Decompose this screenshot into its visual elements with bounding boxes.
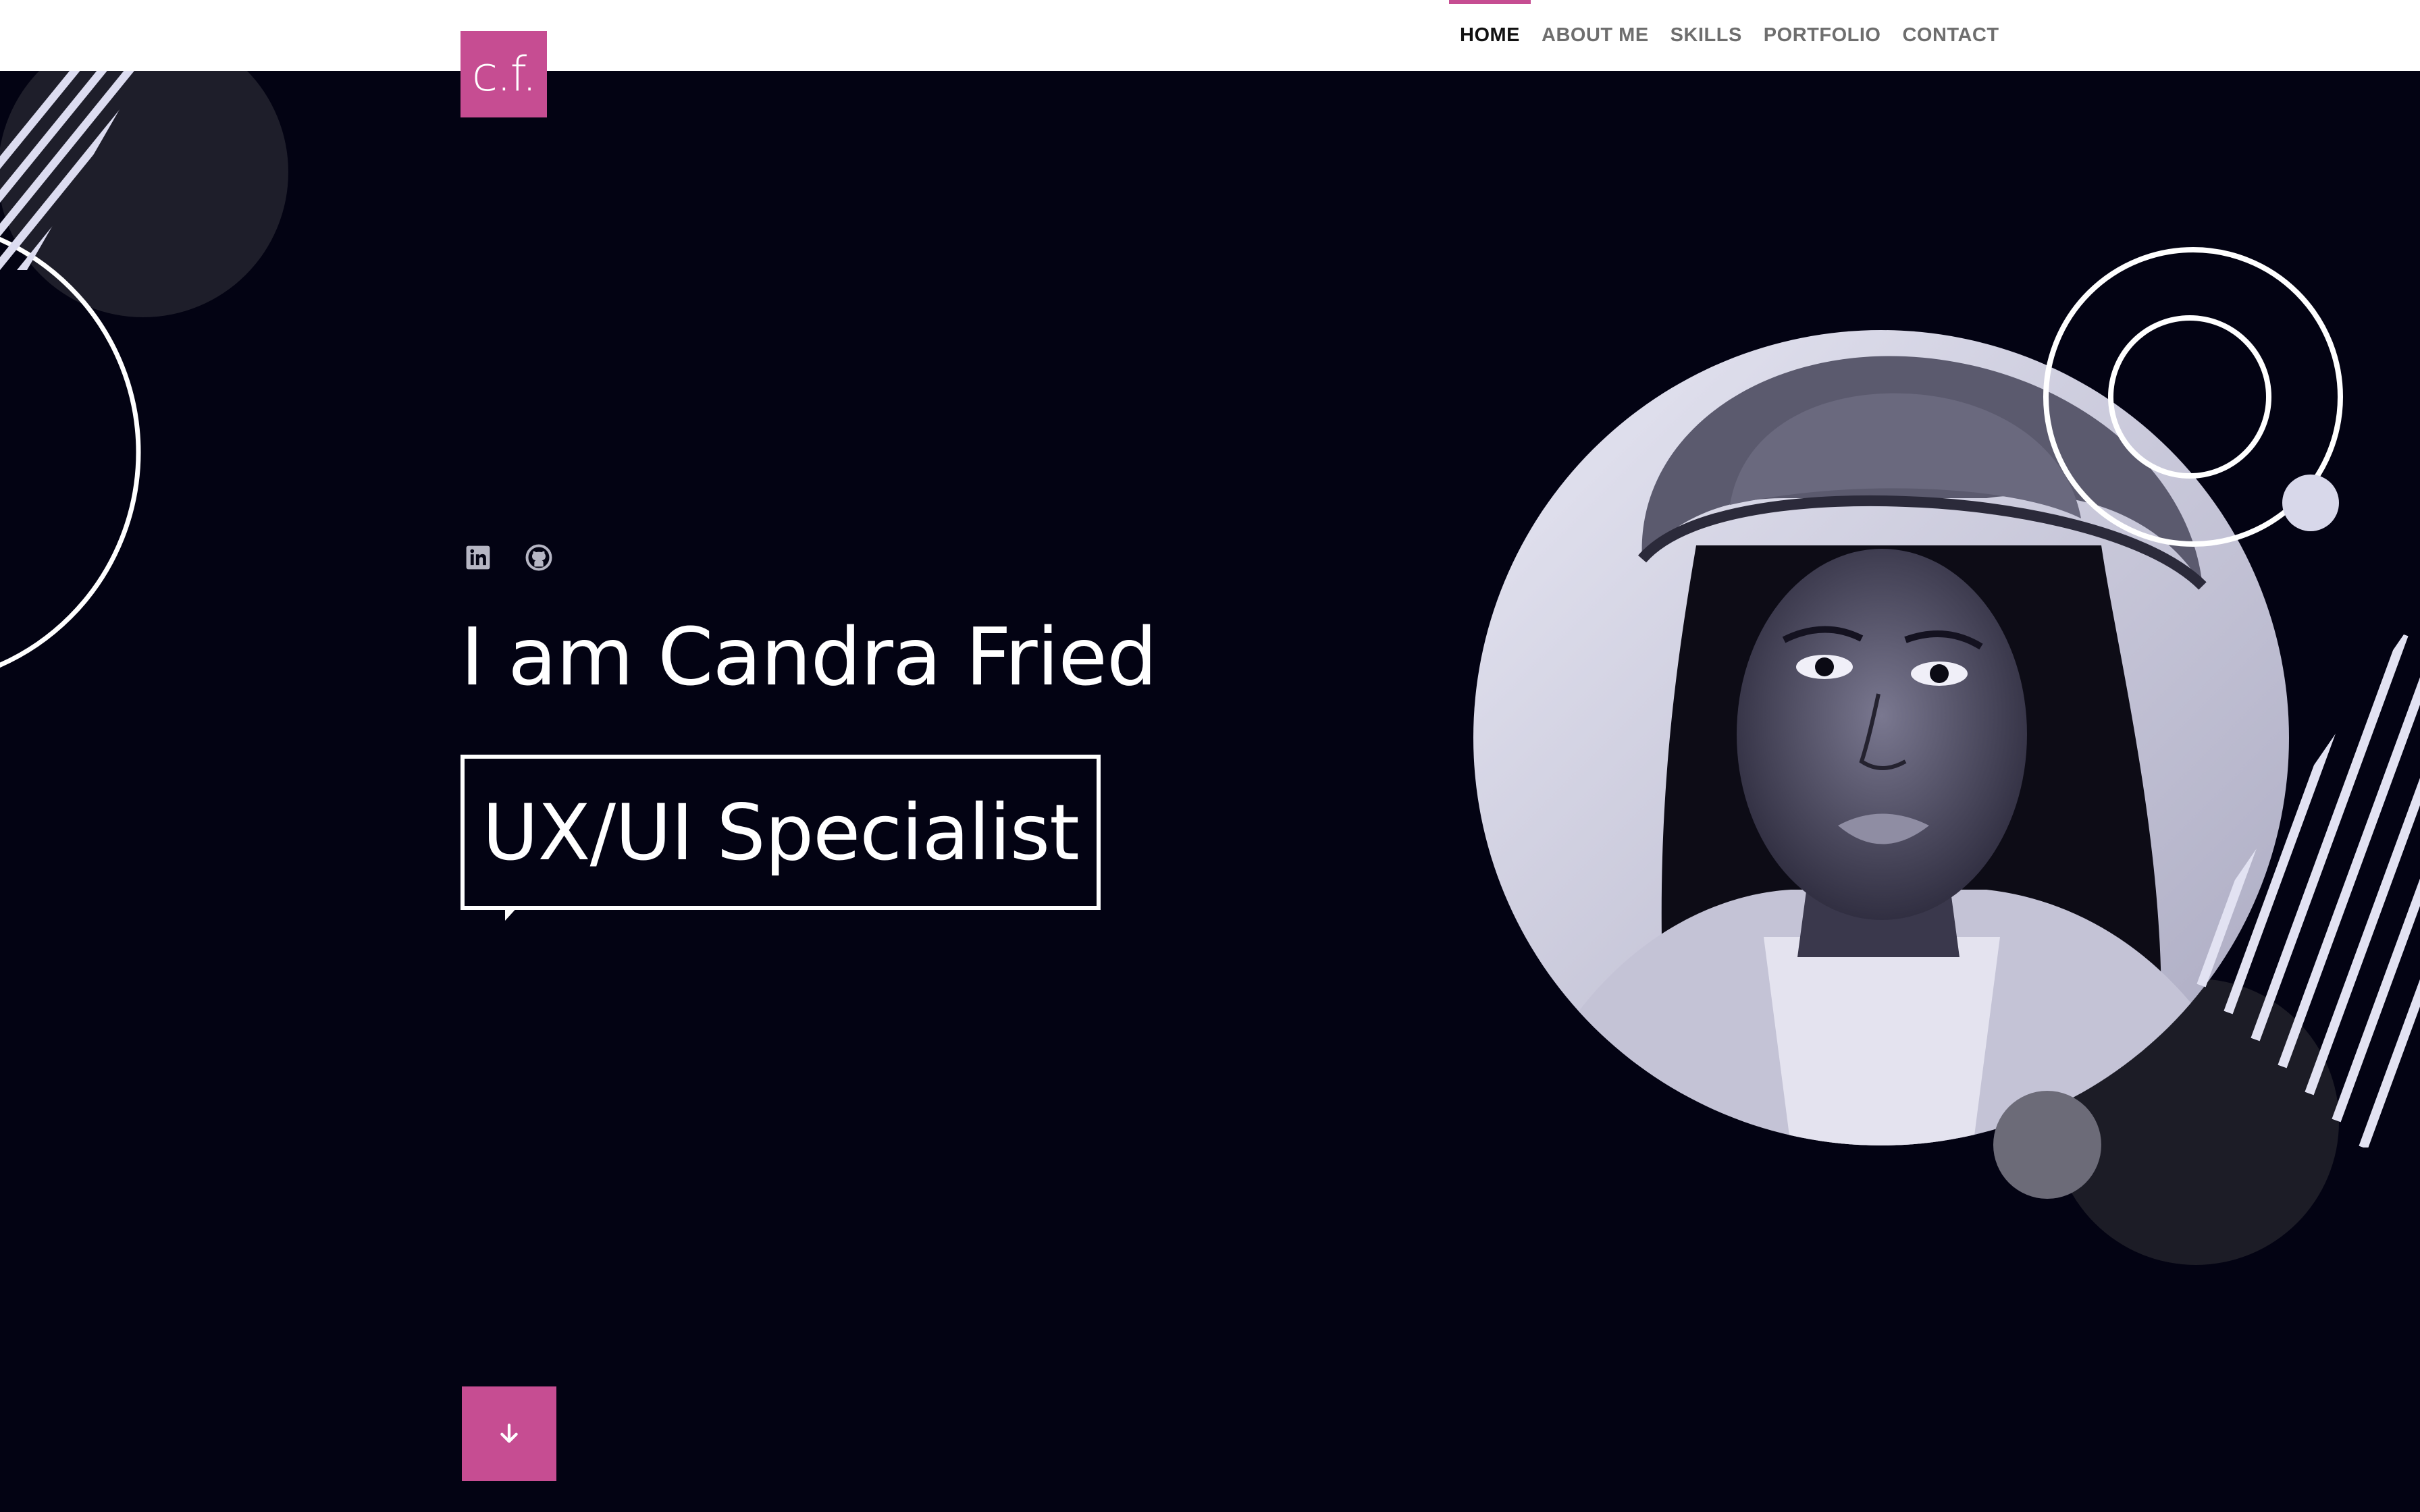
- top-navigation-bar: [0, 0, 2420, 71]
- site-logo[interactable]: c.f.: [461, 31, 547, 117]
- deco-dot-small: [2282, 475, 2339, 531]
- portrait-photo: [1473, 330, 2289, 1145]
- linkedin-icon[interactable]: [465, 544, 492, 571]
- page: c.f. HOME ABOUT ME SKILLS PORTFOLIO CONT…: [0, 0, 2420, 1512]
- speech-box-tail: [505, 906, 519, 921]
- role-speech-box: UX/UI Specialist: [461, 755, 1101, 910]
- nav-skills[interactable]: SKILLS: [1660, 0, 1753, 71]
- social-links: [465, 544, 552, 571]
- github-icon[interactable]: [525, 544, 552, 571]
- nav-home[interactable]: HOME: [1449, 0, 1531, 71]
- nav-portfolio[interactable]: PORTFOLIO: [1753, 0, 1892, 71]
- deco-ring-left: [0, 236, 141, 668]
- hero-headline: I am Candra Fried: [461, 610, 1157, 703]
- logo-text: c.f.: [471, 47, 537, 102]
- role-text: UX/UI Specialist: [482, 787, 1080, 878]
- arrow-down-icon: [500, 1424, 518, 1443]
- main-nav: HOME ABOUT ME SKILLS PORTFOLIO CONTACT: [1449, 0, 2010, 71]
- nav-contact[interactable]: CONTACT: [1891, 0, 2009, 71]
- nav-about-me[interactable]: ABOUT ME: [1531, 0, 1660, 71]
- scroll-down-button[interactable]: [462, 1386, 556, 1481]
